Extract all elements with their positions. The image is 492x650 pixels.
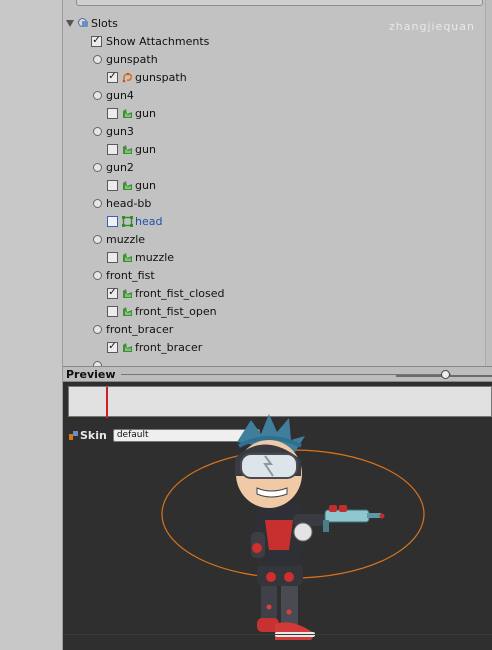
attachment-checkbox[interactable]: ✓: [107, 71, 118, 83]
preview-viewport[interactable]: Skin default ▲▼: [63, 382, 492, 650]
attachment-row-muzzle[interactable]: muzzle: [107, 249, 174, 265]
slot-row-gunspath[interactable]: gunspath: [93, 51, 158, 67]
path-icon: [122, 72, 133, 83]
slot-row-gun4[interactable]: gun4: [93, 87, 134, 103]
region-icon: [122, 144, 133, 155]
skin-icon: [69, 430, 78, 440]
left-panel-strip: [0, 0, 63, 650]
show-attachments-label: Show Attachments: [106, 34, 210, 48]
slot-icon: [93, 54, 102, 64]
region-icon: [122, 180, 133, 191]
slot-label: gunspath: [106, 52, 158, 66]
preview-title: Preview: [66, 368, 116, 381]
slot-row-partial[interactable]: [93, 357, 106, 366]
attachment-row-front_fist_closed[interactable]: ✓ front_fist_closed: [107, 285, 224, 301]
slot-row-gun3[interactable]: gun3: [93, 123, 134, 139]
attachment-row-front_fist_open[interactable]: front_fist_open: [107, 303, 217, 319]
attachment-label: gun: [135, 178, 156, 192]
attachment-label: gun: [135, 142, 156, 156]
attachment-label: front_fist_open: [135, 304, 217, 318]
attachment-row-gunspath[interactable]: ✓ gunspath: [107, 69, 187, 85]
attachment-checkbox[interactable]: ✓: [107, 341, 118, 353]
attachment-row-front_bracer[interactable]: ✓ front_bracer: [107, 339, 202, 355]
slots-foldout[interactable]: Slots: [66, 15, 118, 31]
foldout-arrow-icon[interactable]: [66, 19, 74, 27]
watermark: zhangjiequan: [389, 20, 475, 33]
attachment-row-gun[interactable]: gun: [107, 141, 156, 157]
attachment-checkbox[interactable]: [107, 107, 118, 119]
slot-icon: [93, 198, 102, 208]
slot-label: muzzle: [106, 232, 146, 246]
region-icon: [122, 342, 133, 353]
preview-header: Preview: [63, 366, 492, 382]
slot-row-front_fist[interactable]: front_fist: [93, 267, 155, 283]
slot-icon: [93, 126, 102, 136]
attachment-row-gun[interactable]: gun: [107, 105, 156, 121]
attachment-label: muzzle: [135, 250, 175, 264]
attachment-checkbox[interactable]: [107, 215, 118, 227]
region-icon: [122, 288, 133, 299]
attachment-row-gun[interactable]: gun: [107, 177, 156, 193]
slot-label: gun3: [106, 124, 134, 138]
top-field[interactable]: [76, 0, 483, 6]
skin-dropdown-value: default: [116, 429, 149, 440]
slots-inspector: zhangjiequan Slots ✓ Show Attachments gu…: [63, 0, 492, 366]
region-icon: [122, 252, 133, 263]
attachment-label: front_bracer: [135, 340, 203, 354]
slot-label: head-bb: [106, 196, 152, 210]
attachment-row-head[interactable]: head: [107, 213, 162, 229]
attachment-label: gunspath: [135, 70, 187, 84]
region-icon: [122, 306, 133, 317]
skin-label: Skin: [80, 428, 107, 442]
timeline-playhead[interactable]: [106, 387, 108, 418]
spineboy-character: [161, 414, 425, 640]
slot-icon: [93, 234, 102, 244]
zoom-slider-thumb[interactable]: [441, 370, 450, 379]
region-icon: [122, 108, 133, 119]
slot-icon: [93, 324, 102, 334]
show-attachments-checkbox[interactable]: ✓: [91, 35, 102, 47]
attachment-label: head: [135, 214, 163, 228]
slot-label: gun2: [106, 160, 134, 174]
slot-label: gun4: [106, 88, 134, 102]
slots-icon: [77, 17, 89, 29]
slot-icon: [93, 162, 102, 172]
attachment-checkbox[interactable]: [107, 179, 118, 191]
attachment-label: front_fist_closed: [135, 286, 225, 300]
slot-label: front_fist: [106, 268, 155, 282]
slots-header-label: Slots: [91, 16, 118, 30]
slot-row-gun2[interactable]: gun2: [93, 159, 134, 175]
slot-label: front_bracer: [106, 322, 174, 336]
attachment-checkbox[interactable]: [107, 143, 118, 155]
attachment-checkbox[interactable]: [107, 251, 118, 263]
ground-line: [63, 634, 492, 635]
attachment-label: gun: [135, 106, 156, 120]
boundingbox-icon: [122, 215, 133, 227]
inspector-scrollbar[interactable]: [485, 0, 492, 366]
slot-row-muzzle[interactable]: muzzle: [93, 231, 145, 247]
slot-icon: [93, 90, 102, 100]
slot-row-front_bracer[interactable]: front_bracer: [93, 321, 173, 337]
show-attachments-toggle[interactable]: ✓ Show Attachments: [91, 33, 209, 49]
slot-icon: [93, 270, 102, 280]
slot-row-head-bb[interactable]: head-bb: [93, 195, 151, 211]
character-figure: [235, 414, 385, 640]
attachment-checkbox[interactable]: [107, 305, 118, 317]
attachment-checkbox[interactable]: ✓: [107, 287, 118, 299]
